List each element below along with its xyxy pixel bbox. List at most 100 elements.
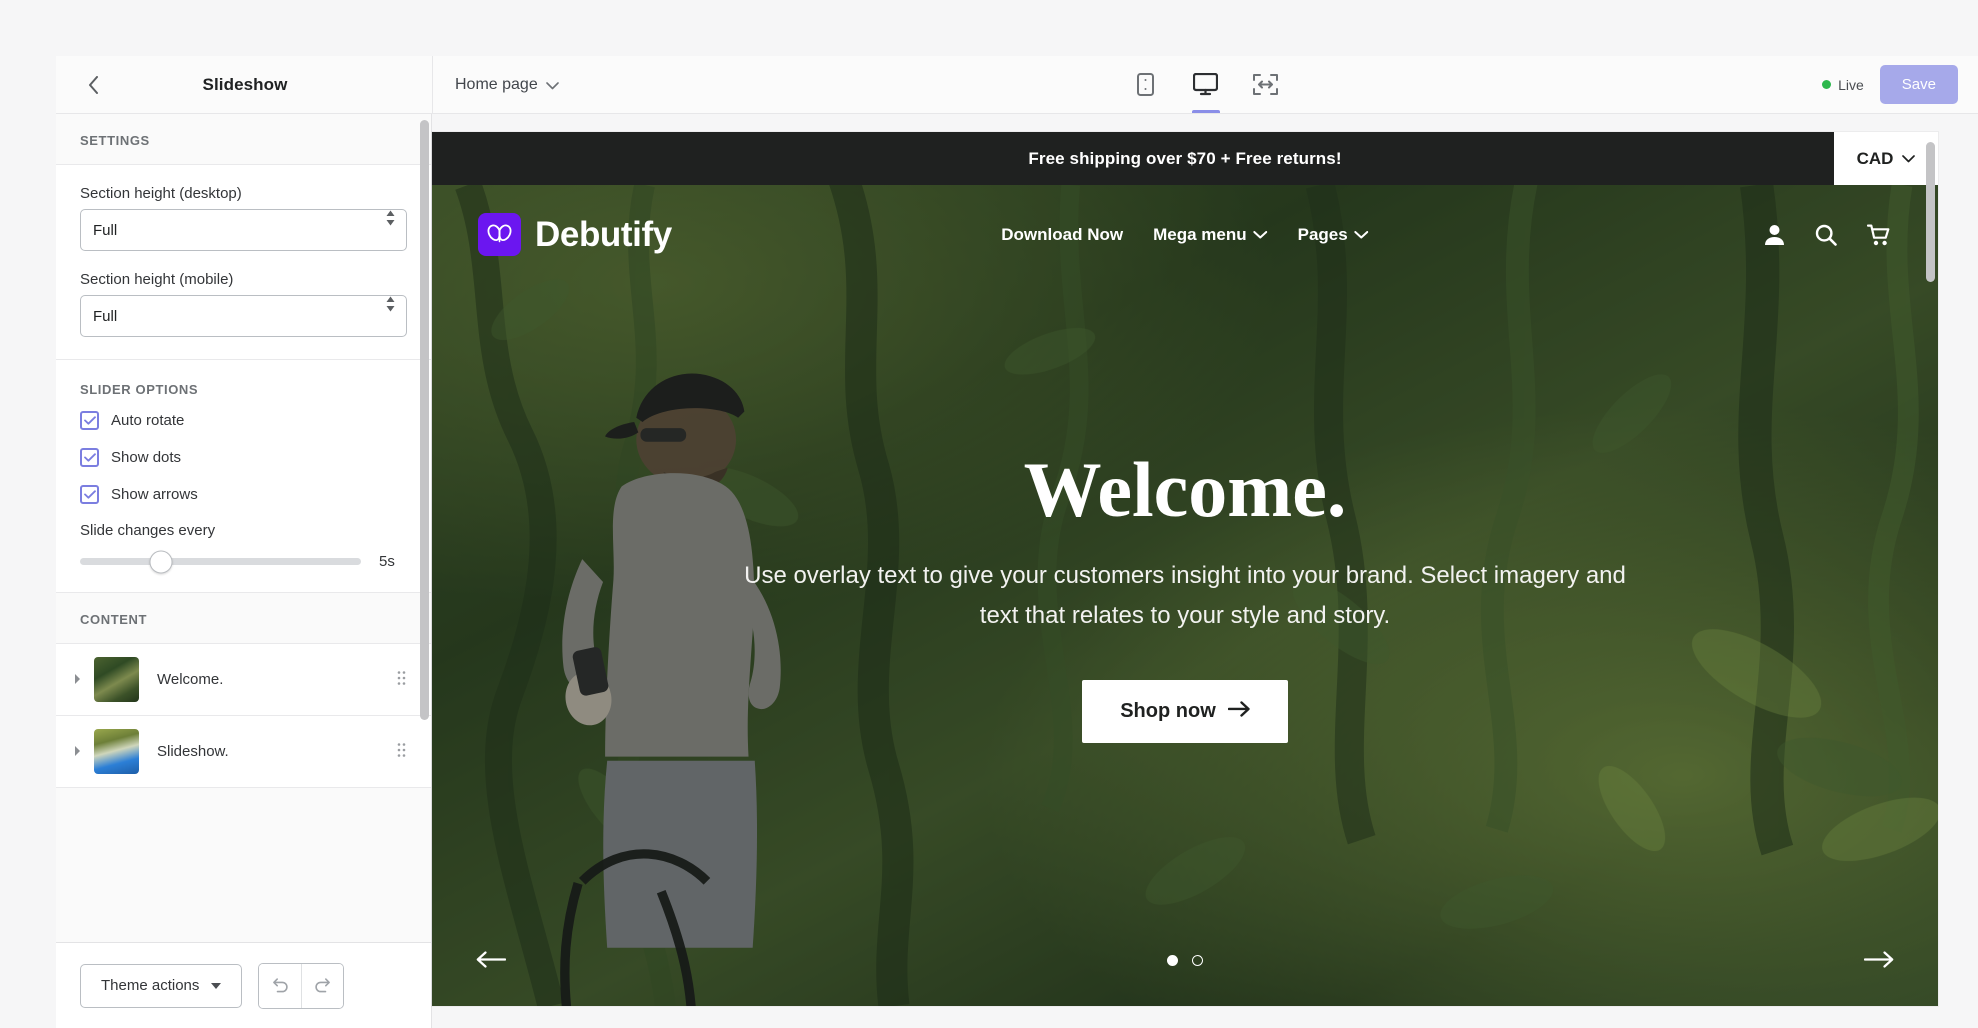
section-height-desktop-value: Full — [93, 221, 118, 239]
device-mobile-button[interactable] — [1125, 57, 1167, 113]
top-bar-main: Home page Live Save — [432, 56, 1978, 113]
show-dots-label: Show dots — [111, 449, 182, 466]
arrow-right-icon — [1227, 700, 1250, 723]
brand-name: Debutify — [535, 214, 672, 254]
status-label: Live — [1838, 76, 1864, 93]
save-button[interactable]: Save — [1879, 65, 1958, 104]
section-height-mobile-group: Section height (mobile) Full — [80, 271, 407, 337]
slide-thumbnail — [94, 657, 139, 702]
search-icon[interactable] — [1815, 224, 1837, 246]
status-dot-icon — [1822, 80, 1832, 89]
caret-right-icon[interactable] — [74, 745, 94, 758]
slide-timer-thumb[interactable] — [149, 550, 173, 573]
settings-heading: SETTINGS — [56, 114, 431, 164]
slide-dot[interactable] — [1167, 955, 1178, 966]
slider-options-card: Auto rotate Show dots Show arrows Slide … — [56, 411, 431, 593]
show-dots-checkbox[interactable] — [80, 448, 99, 467]
slide-dots — [1167, 955, 1203, 966]
section-height-mobile-value: Full — [93, 307, 118, 325]
nav-link-download-now[interactable]: Download Now — [1001, 225, 1123, 245]
theme-actions-label: Theme actions — [101, 977, 200, 994]
select-stepper-icon — [386, 296, 395, 312]
content-heading: CONTENT — [56, 593, 431, 643]
sidebar-footer: Theme actions — [56, 942, 431, 1028]
caret-right-icon[interactable] — [74, 673, 94, 686]
section-height-mobile-label: Section height (mobile) — [80, 271, 234, 288]
slide-timer-value: 5s — [379, 553, 395, 570]
drag-handle-icon[interactable] — [396, 742, 407, 762]
section-height-desktop-label: Section height (desktop) — [80, 185, 242, 202]
undo-redo-group — [258, 962, 345, 1009]
section-height-mobile-select[interactable]: Full — [80, 295, 407, 337]
preview-scrollbar[interactable] — [1926, 142, 1935, 996]
list-item[interactable]: Welcome. — [56, 643, 431, 716]
nav-link-mega-menu[interactable]: Mega menu — [1153, 225, 1268, 245]
slide-thumbnail — [94, 729, 139, 774]
list-item-label: Slideshow. — [157, 743, 229, 760]
hero-slideshow: Debutify Download Now Mega menu Pages We… — [432, 185, 1938, 1006]
announcement-bar: Free shipping over $70 + Free returns! C… — [432, 132, 1938, 185]
select-stepper-icon — [386, 210, 395, 226]
chevron-down-icon — [1253, 227, 1268, 242]
section-height-desktop-select[interactable]: Full — [80, 209, 407, 251]
chevron-down-icon — [1354, 227, 1369, 242]
chevron-down-icon — [545, 78, 559, 93]
chevron-left-icon[interactable] — [78, 70, 108, 100]
show-arrows-label: Show arrows — [111, 486, 198, 503]
device-desktop-button[interactable] — [1185, 57, 1227, 113]
auto-rotate-label: Auto rotate — [111, 412, 185, 429]
slide-timer-slider[interactable] — [80, 550, 361, 573]
drag-handle-icon[interactable] — [396, 670, 407, 690]
status-badge: Live — [1822, 77, 1864, 93]
brand-logo[interactable]: Debutify — [478, 213, 672, 256]
slide-dot[interactable] — [1192, 955, 1203, 966]
show-arrows-checkbox[interactable] — [80, 485, 99, 504]
sidebar-scrollbar-thumb[interactable] — [420, 120, 429, 720]
settings-sidebar: SETTINGS Section height (desktop) Full S… — [56, 114, 432, 1028]
slider-options-heading: SLIDER OPTIONS — [56, 360, 431, 411]
slide-prev-arrow[interactable] — [476, 944, 507, 974]
sidebar-header: Slideshow — [56, 56, 432, 113]
page-title: Slideshow — [202, 74, 288, 94]
redo-icon[interactable] — [301, 963, 344, 1008]
auto-rotate-checkbox[interactable] — [80, 411, 99, 430]
section-height-card: Section height (desktop) Full Section he… — [56, 164, 431, 360]
slide-timer-label: Slide changes every — [80, 522, 216, 539]
page-selector[interactable]: Home page — [455, 76, 559, 94]
site-navigation: Debutify Download Now Mega menu Pages — [432, 213, 1938, 256]
theme-editor-app: Slideshow Home page Live Save SETTINGS S… — [0, 0, 1978, 1028]
top-bar-actions: Live Save — [1822, 65, 1958, 104]
currency-selector[interactable]: CAD — [1834, 132, 1938, 185]
device-preview-switch — [1125, 56, 1287, 113]
shop-now-button[interactable]: Shop now — [1082, 679, 1288, 743]
caret-down-icon — [211, 981, 222, 991]
nav-link-label: Mega menu — [1153, 224, 1247, 244]
nav-link-pages[interactable]: Pages — [1298, 225, 1369, 245]
slide-next-arrow[interactable] — [1863, 944, 1894, 974]
slide-timer-row: 5s — [80, 550, 407, 573]
nav-link-label: Download Now — [1001, 224, 1124, 244]
account-icon[interactable] — [1764, 224, 1785, 246]
show-arrows-row[interactable]: Show arrows — [80, 485, 407, 504]
store-preview: Free shipping over $70 + Free returns! C… — [432, 132, 1938, 1006]
undo-icon[interactable] — [259, 963, 302, 1008]
list-item-label: Welcome. — [157, 671, 224, 688]
nav-icons — [1764, 224, 1892, 246]
hero-subtitle: Use overlay text to give your customers … — [744, 562, 1626, 629]
preview-scrollbar-thumb[interactable] — [1926, 142, 1935, 282]
announcement-text: Free shipping over $70 + Free returns! — [1028, 148, 1342, 168]
auto-rotate-row[interactable]: Auto rotate — [80, 411, 407, 430]
section-height-desktop-group: Section height (desktop) Full — [80, 185, 407, 251]
sidebar-scroll-area: SETTINGS Section height (desktop) Full S… — [56, 114, 431, 942]
cart-icon[interactable] — [1867, 224, 1892, 246]
shop-now-label: Shop now — [1120, 699, 1216, 722]
device-fullwidth-button[interactable] — [1245, 57, 1287, 113]
butterfly-icon — [478, 213, 521, 256]
nav-links: Download Now Mega menu Pages — [1001, 225, 1369, 245]
theme-actions-button[interactable]: Theme actions — [80, 963, 243, 1008]
list-item[interactable]: Slideshow. — [56, 716, 431, 788]
hero-content: Welcome. Use overlay text to give your c… — [432, 448, 1938, 743]
sidebar-scrollbar[interactable] — [420, 120, 429, 936]
show-dots-row[interactable]: Show dots — [80, 448, 407, 467]
currency-label: CAD — [1856, 148, 1894, 168]
